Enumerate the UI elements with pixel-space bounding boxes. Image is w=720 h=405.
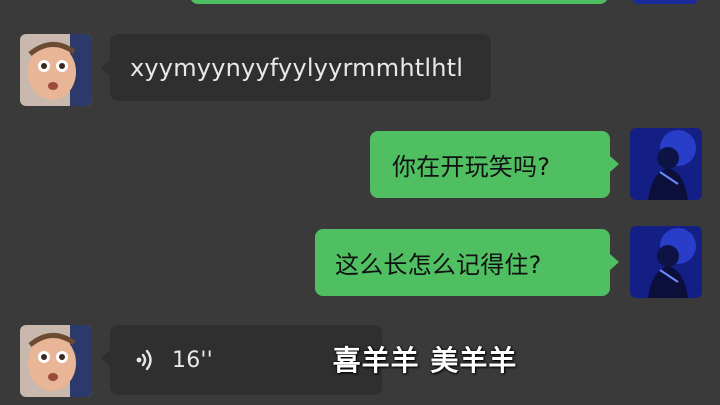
message-bubble-outgoing[interactable]: 你在开玩笑吗? [370, 131, 610, 198]
message-bubble-incoming[interactable]: xyymyynyyfyylyyrmmhtlhtl [110, 34, 491, 101]
message-bubble-outgoing[interactable]: 这么长怎么记得住? [315, 229, 610, 296]
message-text: xyymyynyyfyylyyrmmhtlhtl [130, 53, 464, 82]
bubble-tail [610, 156, 619, 172]
contact-avatar[interactable] [20, 34, 92, 106]
message-bubble-outgoing-partial[interactable] [190, 0, 608, 4]
bubble-tail [610, 254, 619, 270]
self-avatar-partial[interactable] [632, 0, 698, 4]
self-avatar[interactable] [630, 128, 702, 200]
bubble-tail [101, 60, 110, 76]
message-text: 你在开玩笑吗? [392, 153, 551, 181]
message-text: 这么长怎么记得住? [335, 251, 542, 279]
self-avatar[interactable] [630, 226, 702, 298]
video-caption: 喜羊羊 美羊羊 [332, 344, 518, 377]
